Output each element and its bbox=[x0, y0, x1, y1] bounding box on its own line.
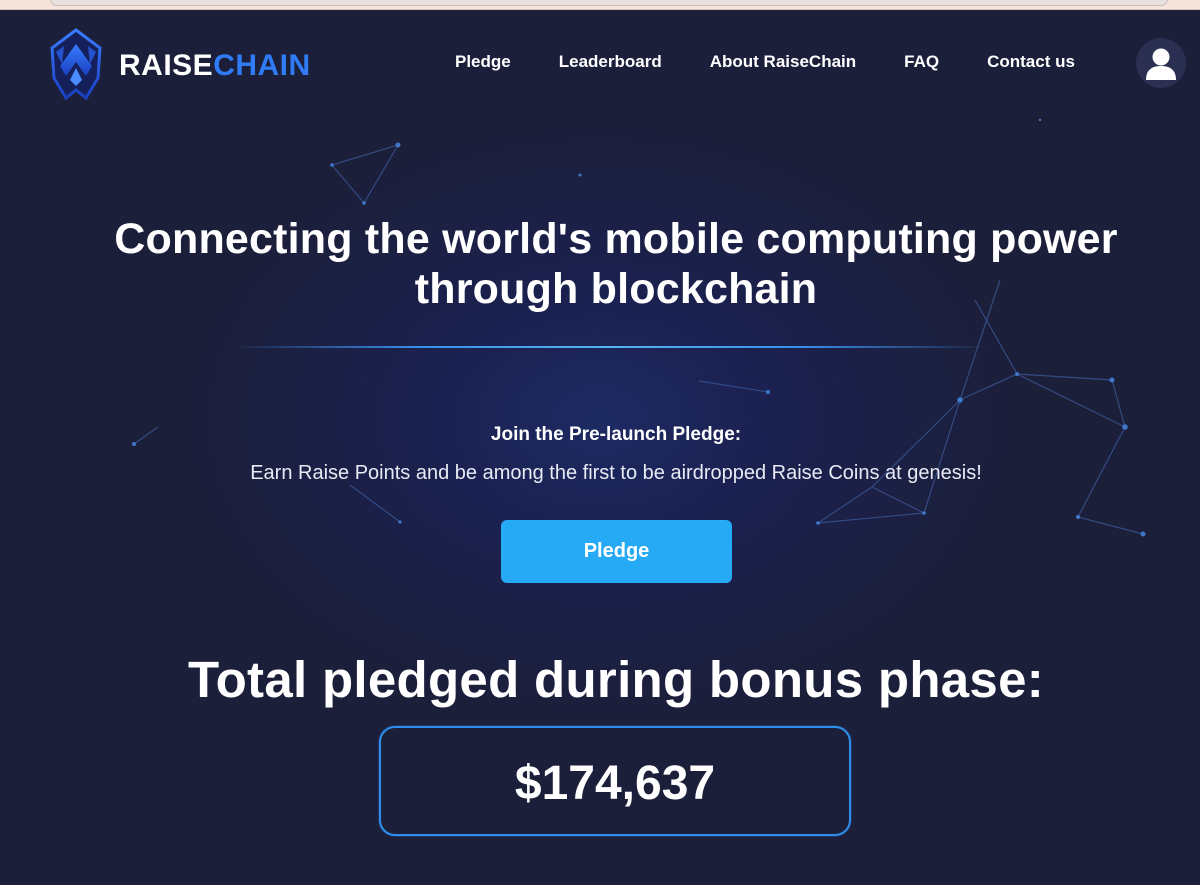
nav-link-about[interactable]: About RaiseChain bbox=[710, 52, 856, 72]
raisechain-logo-icon bbox=[50, 28, 102, 101]
brand-wordmark: RAISECHAIN bbox=[119, 49, 311, 83]
pledge-heading: Join the Pre-launch Pledge: bbox=[490, 424, 742, 445]
hero-divider bbox=[230, 346, 990, 348]
nav-link-leaderboard[interactable]: Leaderboard bbox=[559, 52, 662, 72]
nav-link-faq[interactable]: FAQ bbox=[904, 52, 939, 72]
nav-link-pledge[interactable]: Pledge bbox=[455, 52, 511, 72]
hero-title: Connecting the world's mobile computing … bbox=[114, 215, 1118, 313]
pledge-description: Earn Raise Points and be among the first… bbox=[250, 462, 982, 484]
total-pledged-amount: $174,637 bbox=[514, 757, 716, 810]
user-avatar-button[interactable] bbox=[1136, 38, 1186, 88]
total-pledged-heading: Total pledged during bonus phase: bbox=[187, 651, 1045, 708]
user-avatar-icon bbox=[1146, 48, 1176, 80]
site-logo[interactable]: RAISECHAIN bbox=[46, 28, 311, 104]
main-nav: Pledge Leaderboard About RaiseChain FAQ … bbox=[455, 52, 1075, 72]
brand-name-chain: CHAIN bbox=[213, 49, 311, 82]
page: RAISECHAIN Pledge Leaderboard About Rais… bbox=[0, 0, 1200, 885]
total-pledged-box: $174,637 bbox=[379, 726, 851, 836]
pledge-button[interactable]: Pledge bbox=[501, 520, 732, 583]
nav-link-contact[interactable]: Contact us bbox=[987, 52, 1075, 72]
site-header: RAISECHAIN Pledge Leaderboard About Rais… bbox=[0, 10, 1200, 110]
brand-name-raise: RAISE bbox=[119, 49, 214, 82]
